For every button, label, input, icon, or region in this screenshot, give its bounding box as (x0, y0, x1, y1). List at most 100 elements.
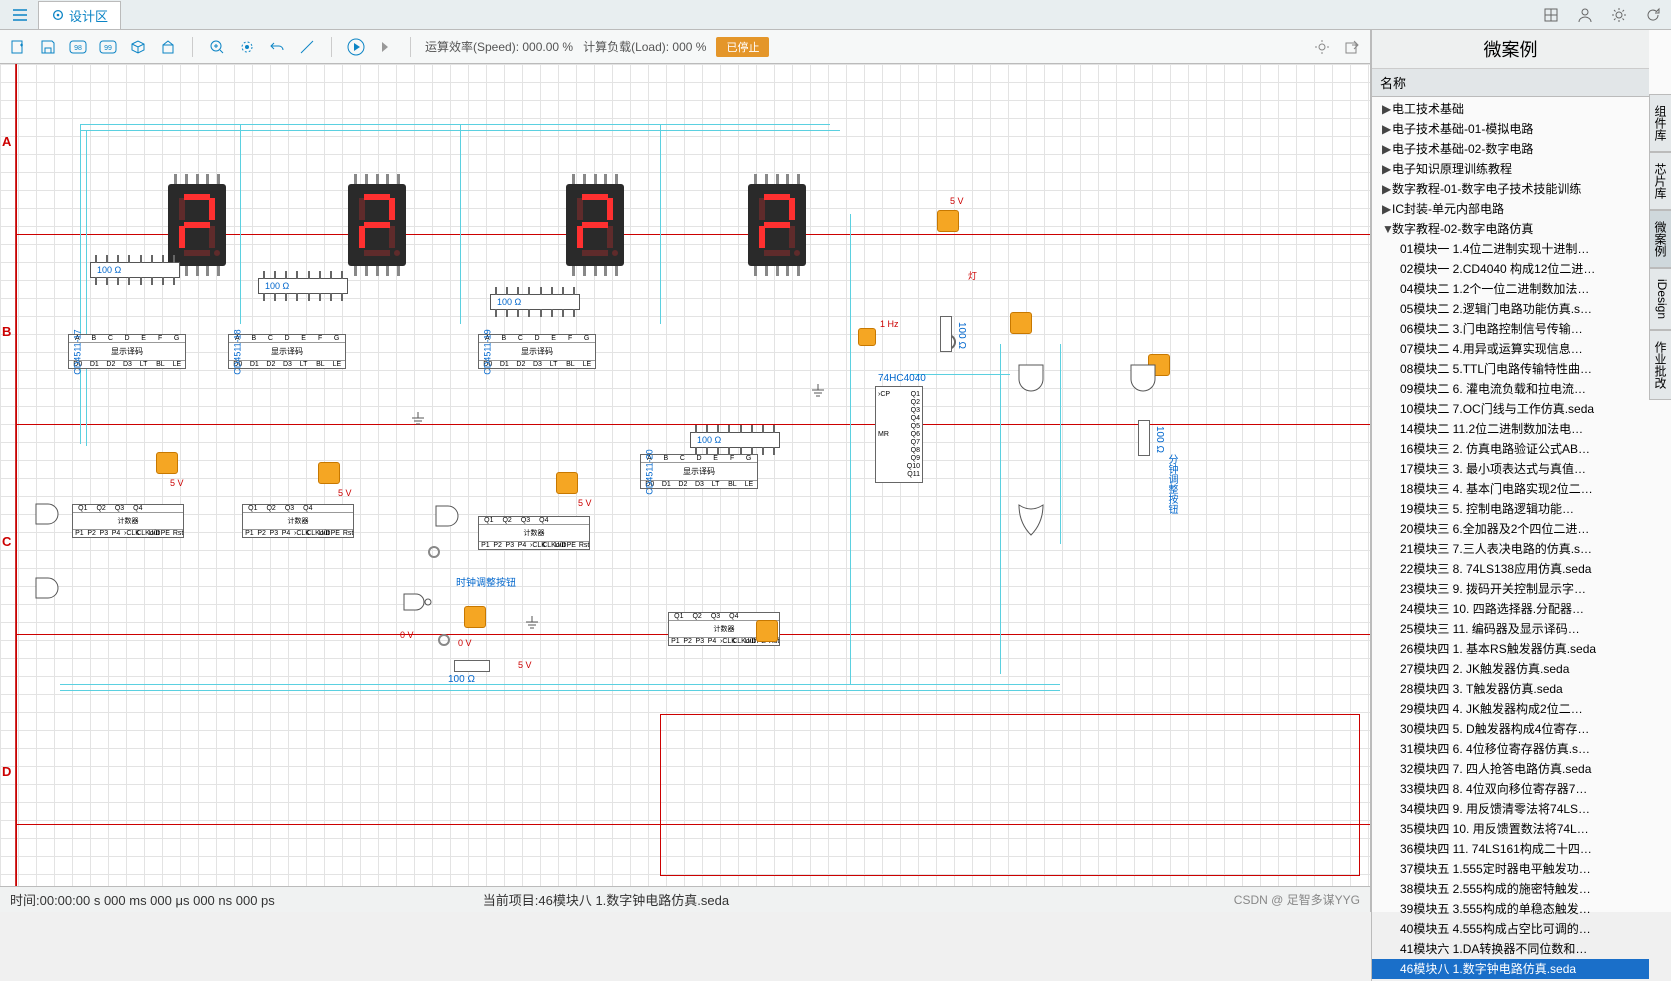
tree-item[interactable]: 41模块六 1.DA转换器不同位数和… (1372, 939, 1649, 959)
and-gate[interactable] (1017, 363, 1045, 397)
and-gate[interactable] (34, 502, 64, 526)
tree-item[interactable]: 28模块四 3. T触发器仿真.seda (1372, 679, 1649, 699)
chip-cd4511[interactable]: CD4511-19 ABCDEFG 显示译码 D0D1D2D3LTBLLE (478, 334, 596, 369)
run-icon[interactable] (346, 37, 366, 57)
binary2-icon[interactable]: 99 (98, 37, 118, 57)
tree-item[interactable]: 01模块一 1.4位二进制实现十进制… (1372, 239, 1649, 259)
new-icon[interactable] (8, 37, 28, 57)
push-button[interactable] (1010, 312, 1032, 334)
resistor[interactable] (1138, 420, 1150, 456)
tree-category[interactable]: ▶数字教程-01-数字电子技术技能训练 (1372, 179, 1649, 199)
tree-item[interactable]: 32模块四 7. 四人抢答电路仿真.seda (1372, 759, 1649, 779)
tree-item[interactable]: 21模块三 7.三人表决电路的仿真.s… (1372, 539, 1649, 559)
and-gate[interactable] (1129, 363, 1157, 397)
tree-item[interactable]: 37模块五 1.555定时器电平触发功… (1372, 859, 1649, 879)
refresh-icon[interactable] (1643, 5, 1663, 25)
tree-item[interactable]: 30模块四 5. D触发器构成4位寄存… (1372, 719, 1649, 739)
tree-item[interactable]: 19模块三 5. 控制电路逻辑功能… (1372, 499, 1649, 519)
menu-icon[interactable] (8, 3, 32, 27)
tree-category[interactable]: ▶电工技术基础 (1372, 99, 1649, 119)
chip-cd4511[interactable]: CD4511-18 ABCDEFG 显示译码 D0D1D2D3LTBLLE (228, 334, 346, 369)
push-button[interactable] (556, 472, 578, 494)
tree-item[interactable]: 23模块三 9. 拨码开关控制显示字… (1372, 579, 1649, 599)
push-button[interactable] (156, 452, 178, 474)
tree-item[interactable]: 24模块三 10. 四路选择器.分配器… (1372, 599, 1649, 619)
side-tab[interactable]: 芯片库 (1649, 152, 1671, 210)
unpack-icon[interactable] (158, 37, 178, 57)
save-icon[interactable] (38, 37, 58, 57)
tree-item[interactable]: 02模块一 2.CD4040 构成12位二进… (1372, 259, 1649, 279)
binary1-icon[interactable]: 98 (68, 37, 88, 57)
and-gate[interactable] (434, 504, 464, 528)
tree-view[interactable]: ▶电工技术基础▶电子技术基础-01-模拟电路▶电子技术基础-02-数字电路▶电子… (1372, 97, 1649, 981)
tree-item[interactable]: 17模块三 3. 最小项表达式与真值… (1372, 459, 1649, 479)
tree-item[interactable]: 25模块三 11. 编码器及显示译码… (1372, 619, 1649, 639)
resistor[interactable] (454, 660, 490, 672)
chip-counter[interactable]: Q1Q2Q3Q4 计数器 P1P2P3P4›CLKCLKoutU/DPERst (242, 504, 354, 538)
tree-item[interactable]: 38模块五 2.555构成的施密特触发… (1372, 879, 1649, 899)
or-gate[interactable] (1017, 503, 1045, 537)
tree-item[interactable]: 29模块四 4. JK触发器构成2位二… (1372, 699, 1649, 719)
tree-category[interactable]: ▶电子技术基础-02-数字电路 (1372, 139, 1649, 159)
package-icon[interactable] (128, 37, 148, 57)
side-tab[interactable]: 组件库 (1649, 94, 1671, 152)
tree-item[interactable]: 07模块二 4.用异或运算实现信息… (1372, 339, 1649, 359)
tree-item[interactable]: 31模块四 6. 4位移位寄存器仿真.s… (1372, 739, 1649, 759)
push-button[interactable] (858, 328, 876, 346)
tree-category[interactable]: ▶电子知识原理训练教程 (1372, 159, 1649, 179)
tree-item[interactable]: 10模块二 7.OC门线与工作仿真.seda (1372, 399, 1649, 419)
nand-gate[interactable] (402, 592, 436, 612)
seven-segment-display[interactable] (168, 184, 226, 266)
seven-segment-display[interactable] (748, 184, 806, 266)
tree-item[interactable]: 09模块二 6. 灌电流负载和拉电流… (1372, 379, 1649, 399)
push-button[interactable] (937, 210, 959, 232)
zoom-in-icon[interactable] (207, 37, 227, 57)
chip-counter[interactable]: Q1Q2Q3Q4 计数器 P1P2P3P4›CLKCLKoutU/DPERst (478, 516, 590, 550)
push-button[interactable] (756, 620, 778, 642)
resistor-network[interactable]: 100 Ω (258, 278, 348, 294)
resistor-network[interactable]: 100 Ω (90, 262, 180, 278)
side-tab[interactable]: 微案例 (1649, 210, 1671, 268)
push-button[interactable] (464, 606, 486, 628)
tree-item[interactable]: 33模块四 8. 4位双向移位寄存器7… (1372, 779, 1649, 799)
user-icon[interactable] (1575, 5, 1595, 25)
resistor[interactable] (940, 316, 952, 352)
tab-design[interactable]: 设计区 (38, 1, 121, 29)
side-tab[interactable]: 作业批改 (1649, 330, 1671, 400)
resistor-network[interactable]: 100 Ω (690, 432, 780, 448)
side-tab[interactable]: iDesign (1649, 268, 1671, 330)
and-gate[interactable] (34, 576, 64, 600)
layout-icon[interactable] (1541, 5, 1561, 25)
chip-cd4511[interactable]: CD4511-20 ABCDEFG 显示译码 D0D1D2D3LTBLLE (640, 454, 758, 489)
tree-item[interactable]: 04模块二 1.2个一位二进制数加法… (1372, 279, 1649, 299)
settings-icon[interactable] (1312, 37, 1332, 57)
chip-74hc4040[interactable]: 74HC4040 ›CPQ1 Q2Q3 Q4Q5 MRQ6 Q7Q8 Q9Q10… (875, 386, 923, 483)
tree-item[interactable]: 27模块四 2. JK触发器仿真.seda (1372, 659, 1649, 679)
line-icon[interactable] (297, 37, 317, 57)
probe[interactable] (428, 546, 440, 558)
tree-item[interactable]: 46模块八 1.数字钟电路仿真.seda (1372, 959, 1649, 979)
tree-item[interactable]: 06模块二 3.门电路控制信号传输… (1372, 319, 1649, 339)
push-button[interactable] (318, 462, 340, 484)
tree-item[interactable]: 34模块四 9. 用反馈清零法将74LS… (1372, 799, 1649, 819)
tree-item[interactable]: 39模块五 3.555构成的单稳态触发… (1372, 899, 1649, 919)
chip-cd4511[interactable]: CD4511-17 ABCDEFG 显示译码 D0D1D2D3LTBLLE (68, 334, 186, 369)
tree-category[interactable]: ▶电子技术基础-01-模拟电路 (1372, 119, 1649, 139)
undo-icon[interactable] (267, 37, 287, 57)
tree-item[interactable]: 20模块三 6.全加器及2个四位二进… (1372, 519, 1649, 539)
tree-item[interactable]: 22模块三 8. 74LS138应用仿真.seda (1372, 559, 1649, 579)
tree-item[interactable]: 36模块四 11. 74LS161构成二十四… (1372, 839, 1649, 859)
probe[interactable] (438, 634, 450, 646)
step-icon[interactable] (376, 37, 396, 57)
resistor-network[interactable]: 100 Ω (490, 294, 580, 310)
export-icon[interactable] (1342, 37, 1362, 57)
tree-category[interactable]: ▶IC封装-单元内部电路 (1372, 199, 1649, 219)
seven-segment-display[interactable] (348, 184, 406, 266)
tree-item[interactable]: 16模块三 2. 仿真电路验证公式AB… (1372, 439, 1649, 459)
zoom-fit-icon[interactable] (237, 37, 257, 57)
tree-item[interactable]: 05模块二 2.逻辑门电路功能仿真.s… (1372, 299, 1649, 319)
tree-item[interactable]: 08模块二 5.TTL门电路传输特性曲… (1372, 359, 1649, 379)
tree-item[interactable]: 18模块三 4. 基本门电路实现2位二… (1372, 479, 1649, 499)
gear-icon[interactable] (1609, 5, 1629, 25)
canvas[interactable]: A B C D (0, 64, 1370, 886)
